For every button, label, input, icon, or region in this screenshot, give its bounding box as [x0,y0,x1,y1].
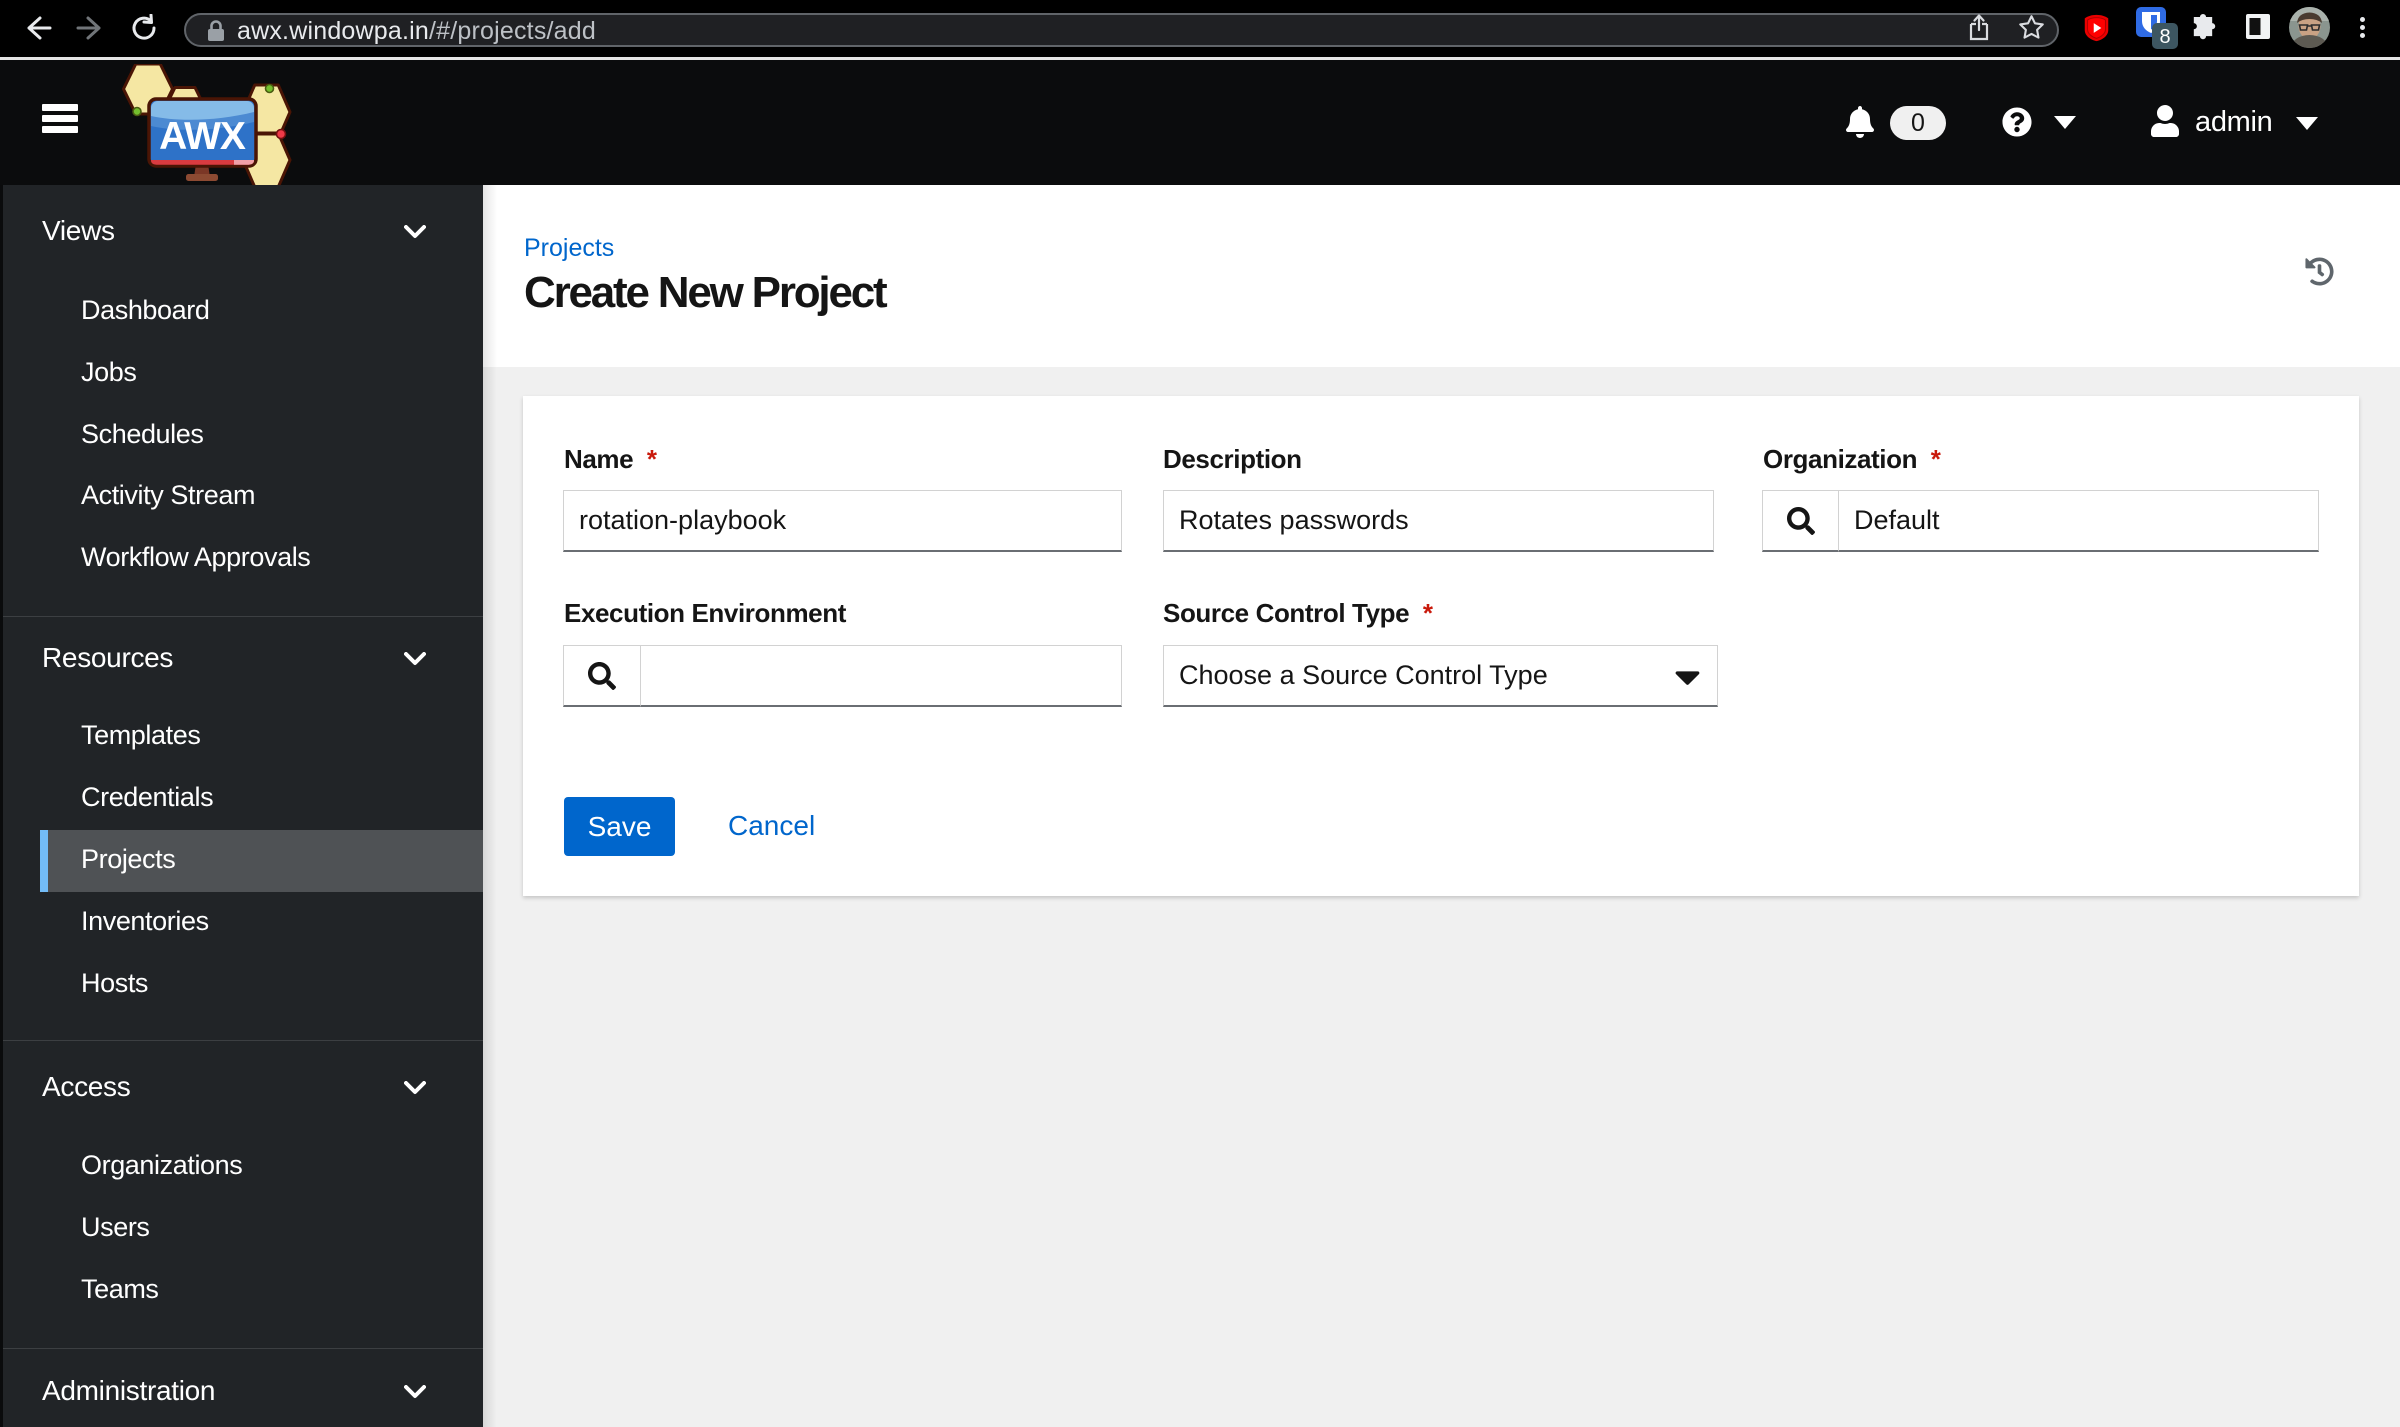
svg-text:8: 8 [2159,26,2170,48]
svg-text:AWX: AWX [159,115,246,158]
